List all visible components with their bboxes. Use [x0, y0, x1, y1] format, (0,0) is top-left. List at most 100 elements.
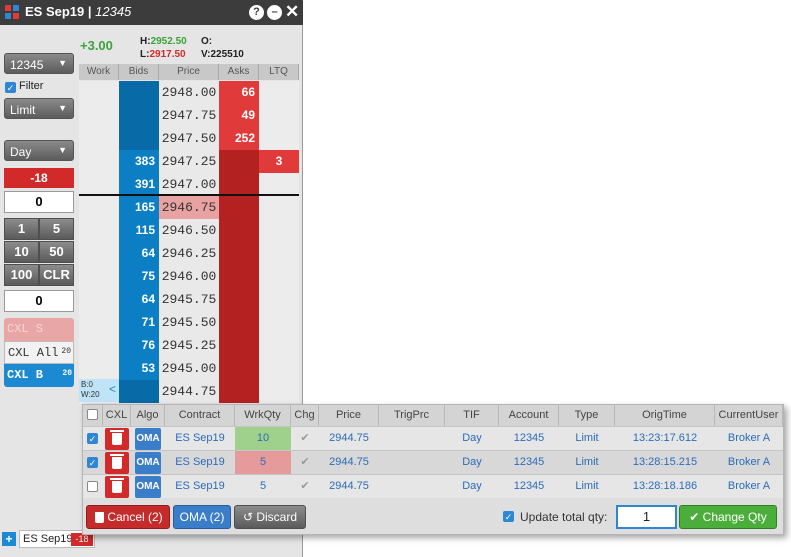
bid-cell[interactable]: 165	[119, 196, 159, 219]
add-tab-icon[interactable]: +	[2, 532, 16, 546]
total-qty-input[interactable]: 1	[616, 505, 677, 529]
price-ladder[interactable]: 2948.00 66 2947.75 49 2947.50 252 383 2947.25 3 3…	[79, 81, 299, 403]
order-type-select[interactable]: Limit ▼	[4, 98, 74, 119]
column-header-price[interactable]: Price	[319, 405, 379, 426]
bid-cell[interactable]	[119, 127, 159, 150]
qty-10-button[interactable]: 10	[4, 241, 39, 263]
ltq-cell[interactable]	[259, 196, 299, 219]
work-cell[interactable]	[79, 219, 119, 242]
qty-50-button[interactable]: 50	[39, 241, 74, 263]
column-header-contract[interactable]: Contract	[165, 405, 235, 426]
price-cell[interactable]: 2945.75	[159, 288, 219, 311]
column-header-currentuser[interactable]: CurrentUser	[715, 405, 783, 426]
ladder-row[interactable]: 2948.00 66	[79, 81, 299, 104]
price-cell[interactable]: 2947.25	[159, 150, 219, 173]
column-header-algo[interactable]: Algo	[131, 405, 165, 426]
work-cell[interactable]	[79, 242, 119, 265]
ladder-row[interactable]: 64 2945.75	[79, 288, 299, 311]
change-qty-button[interactable]: ✔ Change Qty	[679, 505, 777, 529]
ladder-row[interactable]: 53 2945.00	[79, 357, 299, 380]
ltq-cell[interactable]	[259, 173, 299, 196]
ltq-cell[interactable]	[259, 288, 299, 311]
price-cell[interactable]: 2946.00	[159, 265, 219, 288]
select-all-checkbox[interactable]	[87, 409, 98, 420]
column-header-wrkqty[interactable]: WrkQty	[235, 405, 291, 426]
price-cell[interactable]: 2946.50	[159, 219, 219, 242]
bid-cell[interactable]: 76	[119, 334, 159, 357]
column-header-account[interactable]: Account	[499, 405, 559, 426]
column-header-type[interactable]: Type	[559, 405, 615, 426]
work-cell[interactable]	[79, 357, 119, 380]
ladder-row[interactable]: 165 2946.75	[79, 196, 299, 219]
cancel-sells-button[interactable]: CXL S	[4, 318, 74, 341]
cancel-order-button[interactable]	[105, 476, 129, 498]
cancel-buys-button[interactable]: CXL B 20	[4, 364, 74, 387]
price-cell[interactable]: 2946.75	[159, 196, 219, 219]
oma-button[interactable]: OMA (2)	[173, 505, 231, 529]
price-cell[interactable]: 2945.00	[159, 357, 219, 380]
ltq-cell[interactable]: 3	[259, 150, 299, 173]
ask-cell[interactable]: 66	[219, 81, 259, 104]
order-row[interactable]: ✓ OMA ES Sep19 5 2944.75 Day 12345 Limit 13:28:1…	[83, 450, 783, 474]
order-checkbox[interactable]: ✓	[87, 433, 98, 444]
ladder-row[interactable]: 115 2946.50	[79, 219, 299, 242]
cancel-order-button[interactable]	[105, 428, 129, 450]
change-check-icon[interactable]: ✔	[291, 475, 319, 498]
ltq-cell[interactable]	[259, 127, 299, 150]
ask-cell[interactable]	[219, 311, 259, 334]
column-header-cxl[interactable]: CXL	[103, 405, 131, 426]
order-checkbox[interactable]	[87, 481, 98, 492]
work-cell[interactable]	[79, 265, 119, 288]
close-icon[interactable]: ✕	[285, 2, 299, 22]
filter-checkbox[interactable]: ✓	[5, 82, 16, 93]
ask-cell[interactable]	[219, 219, 259, 242]
cancel-all-button[interactable]: CXL All 20	[4, 341, 74, 364]
qty-5-button[interactable]: 5	[39, 218, 74, 240]
column-header-select-all[interactable]	[83, 405, 103, 426]
column-header-chg[interactable]: Chg	[291, 405, 319, 426]
ladder-row[interactable]: 383 2947.25 3	[79, 150, 299, 173]
work-cell[interactable]	[79, 81, 119, 104]
ask-cell[interactable]	[219, 357, 259, 380]
bid-cell[interactable]: 115	[119, 219, 159, 242]
bid-cell[interactable]	[119, 380, 159, 403]
ask-cell[interactable]	[219, 265, 259, 288]
cancel-orders-button[interactable]: Cancel (2)	[86, 505, 170, 529]
bid-cell[interactable]: 53	[119, 357, 159, 380]
change-check-icon[interactable]: ✔	[291, 451, 319, 474]
order-wrkqty[interactable]: 5	[235, 451, 291, 474]
work-cell[interactable]	[79, 288, 119, 311]
ltq-cell[interactable]	[259, 104, 299, 127]
ask-cell[interactable]	[219, 173, 259, 196]
cancel-order-button[interactable]	[105, 452, 129, 474]
bid-cell[interactable]: 75	[119, 265, 159, 288]
bid-cell[interactable]: 391	[119, 173, 159, 196]
ladder-row[interactable]: 2947.50 252	[79, 127, 299, 150]
column-header-tif[interactable]: TIF	[445, 405, 499, 426]
clear-qty-button[interactable]: CLR	[39, 264, 74, 286]
ask-cell[interactable]	[219, 288, 259, 311]
bid-cell[interactable]	[119, 104, 159, 127]
price-cell[interactable]: 2946.25	[159, 242, 219, 265]
order-checkbox[interactable]: ✓	[87, 457, 98, 468]
account-select[interactable]: 12345 ▼	[4, 53, 74, 74]
quantity-input[interactable]: 0	[4, 191, 74, 213]
change-check-icon[interactable]: ✔	[291, 427, 319, 450]
algo-button[interactable]: OMA	[135, 428, 161, 450]
ladder-row[interactable]: 391 2947.00	[79, 173, 299, 196]
discard-button[interactable]: ↺ Discard	[234, 505, 306, 529]
ask-cell[interactable]: 252	[219, 127, 259, 150]
tif-select[interactable]: Day ▼	[4, 140, 74, 161]
ltq-cell[interactable]	[259, 311, 299, 334]
bid-cell[interactable]: 383	[119, 150, 159, 173]
column-header-origtime[interactable]: OrigTime	[615, 405, 715, 426]
price-cell[interactable]: 2947.50	[159, 127, 219, 150]
bid-cell[interactable]: 71	[119, 311, 159, 334]
ask-cell[interactable]	[219, 196, 259, 219]
column-header-trigprc[interactable]: TrigPrc	[379, 405, 445, 426]
ladder-row[interactable]: 2947.75 49	[79, 104, 299, 127]
price-cell[interactable]: 2947.00	[159, 173, 219, 196]
work-cell[interactable]	[79, 334, 119, 357]
ltq-cell[interactable]	[259, 242, 299, 265]
quantity-input-2[interactable]: 0	[4, 290, 74, 312]
